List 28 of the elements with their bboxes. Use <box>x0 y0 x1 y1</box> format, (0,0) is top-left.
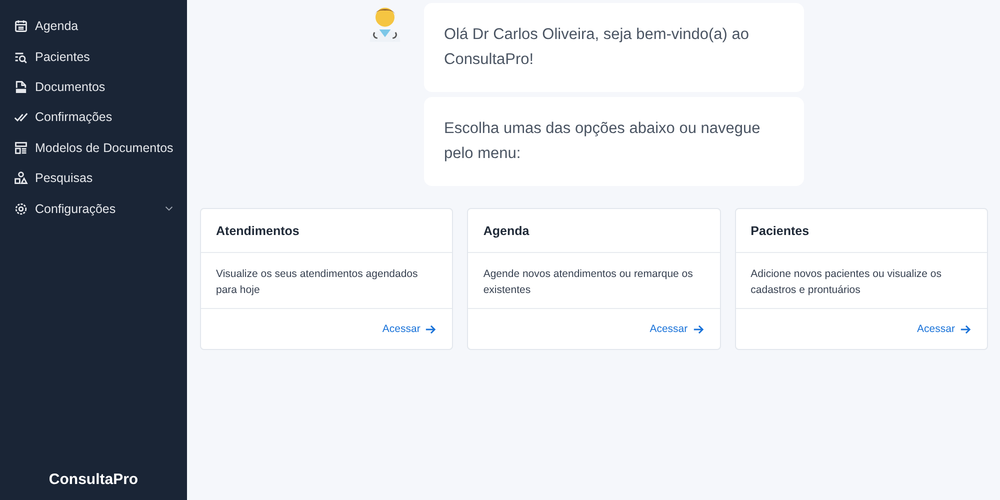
arrow-right-icon <box>692 324 704 334</box>
access-link[interactable]: Acessar <box>382 323 436 335</box>
card-description: Visualize os seus atendimentos agendados para hoje <box>216 267 419 298</box>
layout-list-icon <box>14 140 28 155</box>
card-title: Atendimentos <box>216 224 300 238</box>
sidebar-item[interactable]: Documentos <box>0 72 187 102</box>
card-description: Agende novos atendimentos ou remarque os existentes <box>483 267 694 298</box>
arrow-right-icon <box>960 324 971 334</box>
calendar-icon <box>14 19 28 34</box>
sidebar-item[interactable]: Modelos de Documentos <box>0 132 187 163</box>
double-check-icon <box>14 110 28 124</box>
shapes-icon <box>14 171 28 186</box>
sidebar-item[interactable]: Confirmações <box>0 102 187 133</box>
sidebar-item[interactable]: Agenda <box>0 11 187 42</box>
access-link[interactable]: Acessar <box>917 323 971 335</box>
sidebar-item[interactable]: Pesquisas <box>0 162 187 194</box>
chat-message: Olá Dr Carlos Oliveira, seja bem-vindo(a) ao ConsultaPro! <box>424 3 804 92</box>
sidebar-item[interactable]: Pacientes <box>0 41 187 72</box>
brand-name: ConsultaPro <box>48 471 140 490</box>
card-description: Adicione novos pacientes ou visualize os cadastros e prontuários <box>750 267 943 298</box>
access-link[interactable]: Acessar <box>650 323 704 335</box>
card-title: Agenda <box>483 224 530 238</box>
settings-icon <box>14 202 28 216</box>
sidebar-item[interactable]: Configurações <box>0 193 187 224</box>
card-title: Pacientes <box>750 224 810 238</box>
chat-message: Escolha umas das opções abaixo ou navegue pelo menu: <box>424 97 804 186</box>
arrow-right-icon <box>425 324 436 334</box>
pdf-file-icon <box>14 80 28 94</box>
